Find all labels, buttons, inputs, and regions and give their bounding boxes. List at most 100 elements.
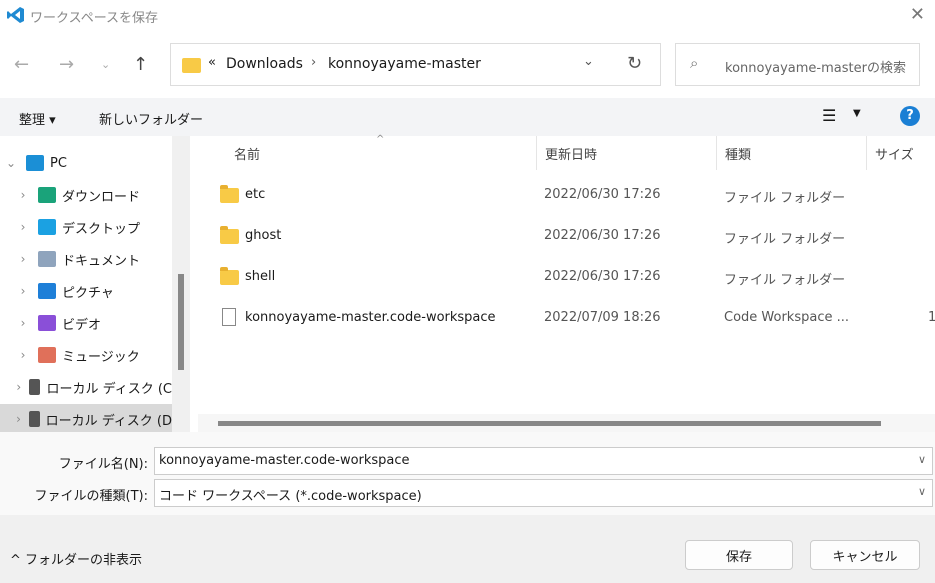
file-date: 2022/07/09 18:26 [544,310,661,325]
sidebar-item[interactable]: › ローカル ディスク (D [0,404,172,434]
refresh-icon[interactable]: ↻ [627,53,642,74]
pc-icon [26,155,44,171]
file-name: etc [245,187,266,202]
file-date: 2022/06/30 17:26 [544,228,661,243]
sidebar-item-label: ドキュメント [62,253,141,269]
drive-icon [29,379,41,395]
file-row[interactable]: ghost 2022/06/30 17:26 ファイル フォルダー [198,216,935,257]
chevron-right-icon[interactable]: › [12,252,34,266]
file-name: shell [245,269,276,284]
sidebar-item-label: デスクトップ [62,221,141,237]
close-button[interactable]: ✕ [910,4,925,25]
new-folder-button[interactable]: 新しいフォルダー [99,109,203,128]
title-bar: ワークスペースを保存 ✕ [0,0,935,30]
pictures-icon [38,283,56,299]
documents-icon [38,251,56,267]
file-size: 1 [928,310,935,325]
search-icon: ⌕ [690,54,699,72]
file-type: ファイル フォルダー [724,232,846,247]
chevron-right-icon[interactable]: › [12,284,34,298]
sort-ascending-icon: ^ [376,134,385,145]
breadcrumb-overflow[interactable]: « [208,55,216,70]
column-name[interactable]: 名前 ^ [226,134,537,170]
column-size[interactable]: サイズ [867,136,935,170]
sidebar-item[interactable]: › ドキュメント [0,244,172,274]
file-type: Code Workspace ... [724,310,849,325]
sidebar-item-label: ダウンロード [62,189,141,205]
sidebar-scrollbar-thumb[interactable] [178,274,184,370]
breadcrumb-separator-icon: › [311,55,317,70]
view-list-icon[interactable]: ☰ [822,106,836,125]
sidebar-item-label: ローカル ディスク (C [46,381,172,397]
chevron-up-icon: ^ [10,553,21,568]
filetype-label: ファイルの種類(T): [34,489,148,504]
file-name: ghost [245,228,282,243]
file-row[interactable]: etc 2022/06/30 17:26 ファイル フォルダー [198,175,935,216]
window-title: ワークスペースを保存 [30,11,159,26]
chevron-right-icon[interactable]: › [12,316,34,330]
file-row[interactable]: shell 2022/06/30 17:26 ファイル フォルダー [198,257,935,298]
file-row[interactable]: konnoyayame-master.code-workspace 2022/0… [198,298,935,339]
sidebar-item[interactable]: › ダウンロード [0,180,172,210]
chevron-down-icon[interactable]: ∨ [918,485,926,498]
file-type: ファイル フォルダー [724,273,846,288]
filename-label: ファイル名(N): [58,457,148,472]
folder-icon [220,185,239,203]
recent-locations-button[interactable]: ⌄ [101,58,110,71]
sidebar-item[interactable]: › デスクトップ [0,212,172,242]
desktop-icon [38,219,56,235]
sidebar-item-label: ミュージック [62,349,140,365]
hide-folders-button[interactable]: ^ フォルダーの非表示 [10,549,142,568]
sidebar-item[interactable]: › ピクチャ [0,276,172,306]
folder-icon [182,58,201,73]
horizontal-scrollbar-thumb[interactable] [218,421,881,426]
file-date: 2022/06/30 17:26 [544,187,661,202]
file-type: ファイル フォルダー [724,191,846,206]
download-icon [38,187,56,203]
forward-button[interactable]: → [59,54,74,75]
back-button[interactable]: ← [14,54,29,75]
address-bar[interactable]: « Downloads › konnoyayame-master ⌄ ↻ [170,43,661,86]
breadcrumb-downloads[interactable]: Downloads [226,56,303,72]
filetype-select[interactable]: コード ワークスペース (*.code-workspace) ∨ [154,479,933,507]
file-name: konnoyayame-master.code-workspace [245,310,496,325]
search-input[interactable]: ⌕ konnoyayame-masterの検索 [675,43,920,86]
drive-icon [28,411,40,427]
sidebar-item-label: ビデオ [62,317,102,333]
folder-icon [220,267,239,285]
vscode-icon [7,7,24,23]
organize-button[interactable]: 整理 ▾ [19,109,56,128]
navigation-pane: ⌄ PC › ダウンロード › デスクトップ › ドキュメント › ピクチャ › ビデオ › ミュージック… [0,136,190,434]
breadcrumb-current[interactable]: konnoyayame-master [328,56,481,72]
address-dropdown-icon[interactable]: ⌄ [583,54,594,69]
chevron-right-icon[interactable]: › [12,188,34,202]
sidebar-item[interactable]: › ビデオ [0,308,172,338]
folder-icon [220,226,239,244]
sidebar-item-label: ローカル ディスク (D [45,413,172,429]
sidebar-item[interactable]: ⌄ PC [0,148,172,178]
chevron-down-icon[interactable]: ∨ [918,453,926,466]
chevron-right-icon[interactable]: › [12,380,25,394]
column-date[interactable]: 更新日時 [537,136,717,170]
sidebar-item-label: ピクチャ [62,285,114,301]
up-button[interactable]: ↑ [133,54,148,75]
file-date: 2022/06/30 17:26 [544,269,661,284]
sidebar-item[interactable]: › ローカル ディスク (C [0,372,172,402]
sidebar-item-label: PC [50,155,67,171]
chevron-right-icon[interactable]: › [12,348,34,362]
file-icon [222,308,236,326]
chevron-right-icon[interactable]: › [12,220,34,234]
column-type[interactable]: 種類 [717,136,867,170]
save-button[interactable]: 保存 [685,540,793,570]
sidebar-item[interactable]: › ミュージック [0,340,172,370]
music-icon [38,347,56,363]
cancel-button[interactable]: キャンセル [810,540,920,570]
toolbar: 整理 ▾ 新しいフォルダー ☰ ▼ ? [0,98,935,136]
chevron-down-icon[interactable]: ⌄ [0,156,22,170]
chevron-right-icon[interactable]: › [12,412,25,426]
videos-icon [38,315,56,331]
view-dropdown-icon[interactable]: ▼ [853,108,861,119]
filename-input[interactable]: konnoyayame-master.code-workspace ∨ [154,447,933,475]
search-placeholder: konnoyayame-masterの検索 [725,61,906,76]
help-icon[interactable]: ? [900,106,920,126]
